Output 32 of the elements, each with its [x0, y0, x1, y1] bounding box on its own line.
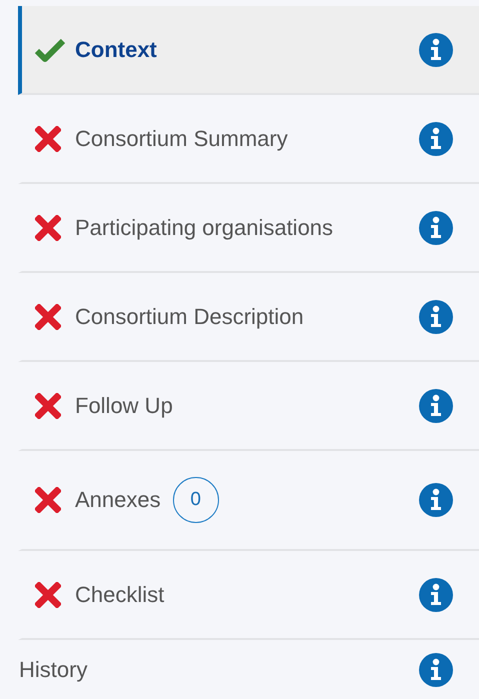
cross-icon: [35, 487, 61, 513]
section-nav-item[interactable]: History: [18, 640, 479, 699]
check-icon: [35, 38, 65, 62]
section-nav-item[interactable]: Follow Up: [18, 362, 479, 451]
section-nav-item[interactable]: Annexes 0: [18, 451, 479, 551]
section-label: Context: [75, 36, 157, 62]
cross-icon: [35, 392, 61, 418]
info-icon[interactable]: [419, 300, 453, 334]
info-icon[interactable]: [419, 210, 453, 244]
section-nav-item[interactable]: Consortium Description: [18, 273, 479, 362]
section-label: Checklist: [75, 582, 164, 608]
cross-icon: [35, 582, 61, 608]
info-icon[interactable]: [419, 32, 453, 66]
section-label: History: [19, 657, 88, 683]
section-nav-item[interactable]: Consortium Summary: [18, 95, 479, 184]
count-badge: 0: [172, 477, 219, 523]
section-label: Participating organisations: [75, 214, 334, 240]
cross-icon: [35, 126, 61, 152]
section-label: Consortium Description: [75, 304, 304, 330]
info-icon[interactable]: [419, 653, 453, 687]
section-label: Consortium Summary: [75, 126, 288, 152]
info-icon[interactable]: [419, 122, 453, 156]
section-nav-item[interactable]: Participating organisations: [18, 184, 479, 273]
info-icon[interactable]: [419, 578, 453, 612]
cross-icon: [35, 304, 61, 330]
section-label: Follow Up: [75, 392, 173, 418]
info-icon[interactable]: [419, 388, 453, 422]
section-label: Annexes: [75, 487, 161, 513]
section-nav-item[interactable]: Checklist: [18, 551, 479, 640]
cross-icon: [35, 214, 61, 240]
info-icon[interactable]: [419, 483, 453, 517]
section-nav-item[interactable]: Context: [18, 6, 479, 95]
